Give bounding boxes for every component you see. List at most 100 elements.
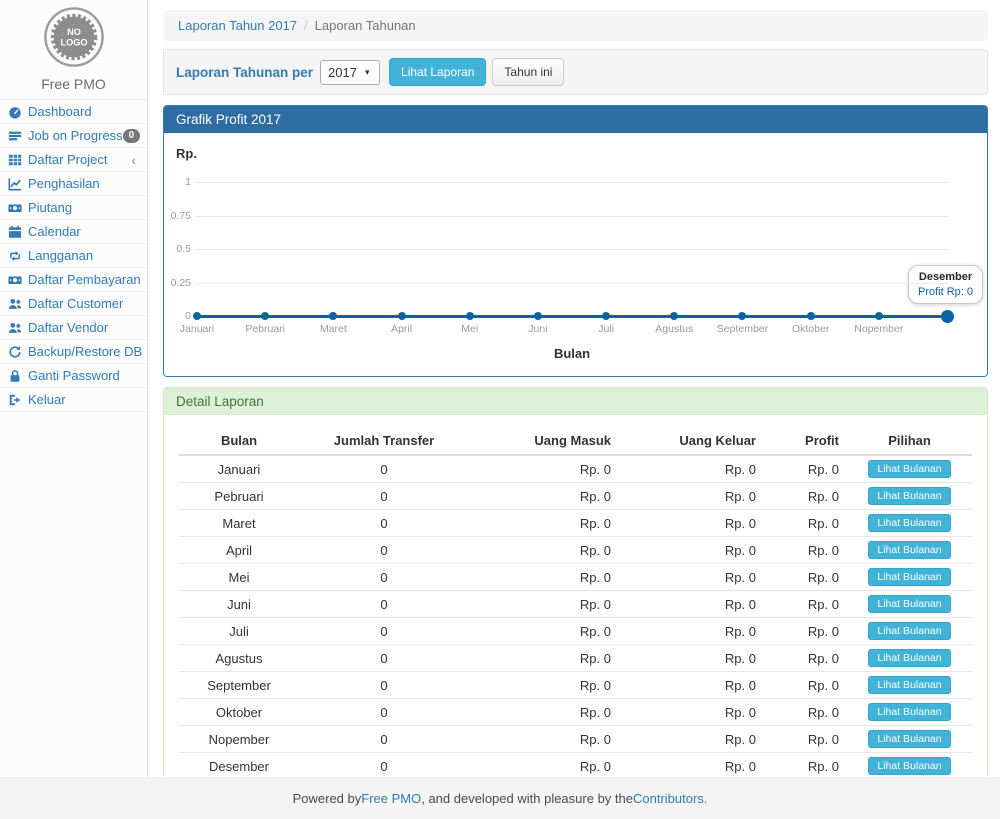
column-header-pilihan: Pilihan [847, 427, 972, 455]
calendar-icon [8, 225, 23, 239]
chart-tooltip: Desember Profit Rp: 0 [908, 265, 983, 304]
tooltip-month: Desember [918, 271, 973, 283]
users-icon [8, 321, 23, 335]
table-row: Januari0Rp. 0Rp. 0Rp. 0Lihat Bulanan [179, 455, 972, 483]
cell-pilihan: Lihat Bulanan [847, 618, 972, 645]
lihat-bulanan-button[interactable]: Lihat Bulanan [868, 460, 950, 478]
detail-panel-title: Detail Laporan [164, 388, 987, 415]
sidebar-item-ganti-password[interactable]: Ganti Password [0, 364, 147, 388]
cell-uang_keluar: Rp. 0 [619, 537, 764, 564]
y-axis-tick-label: 0.75 [164, 210, 191, 222]
table-row: September0Rp. 0Rp. 0Rp. 0Lihat Bulanan [179, 672, 972, 699]
x-axis-tick-label: Nopember [839, 323, 919, 335]
lihat-bulanan-button[interactable]: Lihat Bulanan [868, 676, 950, 694]
lihat-bulanan-button[interactable]: Lihat Bulanan [868, 595, 950, 613]
cell-uang_masuk: Rp. 0 [469, 510, 619, 537]
sidebar-item-label: Dashboard [28, 104, 92, 119]
breadcrumb: Laporan Tahun 2017/Laporan Tahunan [163, 10, 988, 41]
sidebar-item-label: Job on Progress [28, 128, 123, 143]
line-chart-icon [8, 177, 23, 191]
profit-chart-panel: Grafik Profit 2017 Rp. Bulan Desember Pr… [163, 105, 988, 377]
cell-jumlah_transfer: 0 [299, 483, 469, 510]
cell-uang_masuk: Rp. 0 [469, 591, 619, 618]
footer-text-prefix: Powered by [293, 791, 362, 806]
cell-uang_masuk: Rp. 0 [469, 564, 619, 591]
money-icon [8, 273, 23, 287]
breadcrumb-link-laporan-tahun[interactable]: Laporan Tahun 2017 [178, 18, 297, 33]
chart-gridline [196, 182, 948, 183]
lihat-bulanan-button[interactable]: Lihat Bulanan [868, 757, 950, 775]
lihat-bulanan-button[interactable]: Lihat Bulanan [868, 487, 950, 505]
app-layout: NO LOGO Free PMO DashboardJob on Progres… [0, 0, 1000, 777]
lihat-bulanan-button[interactable]: Lihat Bulanan [868, 514, 950, 532]
free-pmo-link[interactable]: Free PMO [361, 791, 421, 806]
cell-bulan: Agustus [179, 645, 299, 672]
sidebar-item-langganan[interactable]: Langganan [0, 244, 147, 268]
data-point-nopember [875, 312, 883, 320]
lihat-bulanan-button[interactable]: Lihat Bulanan [868, 730, 950, 748]
sidebar-item-job-on-progress[interactable]: Job on Progress0 [0, 124, 147, 148]
sidebar-item-dashboard[interactable]: Dashboard [0, 100, 147, 124]
y-axis-tick-label: 0.5 [164, 243, 191, 255]
sidebar-item-daftar-pembayaran[interactable]: Daftar Pembayaran [0, 268, 147, 292]
lihat-bulanan-button[interactable]: Lihat Bulanan [868, 622, 950, 640]
data-point-juni [534, 312, 542, 320]
lihat-bulanan-button[interactable]: Lihat Bulanan [868, 649, 950, 667]
cell-uang_masuk: Rp. 0 [469, 645, 619, 672]
lihat-bulanan-button[interactable]: Lihat Bulanan [868, 703, 950, 721]
y-axis-tick-label: 1 [164, 176, 191, 188]
detail-panel-body: BulanJumlah TransferUang MasukUang Kelua… [164, 415, 987, 777]
year-filter-bar: Laporan Tahunan per 2017▾ Lihat Laporan … [163, 49, 988, 95]
cell-profit: Rp. 0 [764, 645, 847, 672]
sign-out-icon [8, 393, 23, 407]
cell-uang_masuk: Rp. 0 [469, 537, 619, 564]
cell-jumlah_transfer: 0 [299, 672, 469, 699]
refresh-icon [8, 345, 23, 359]
cell-uang_keluar: Rp. 0 [619, 645, 764, 672]
table-row: Desember0Rp. 0Rp. 0Rp. 0Lihat Bulanan [179, 753, 972, 777]
cell-bulan: Maret [179, 510, 299, 537]
logo-text-line1: NO [67, 27, 81, 37]
chart-gridline [196, 216, 948, 217]
sidebar-item-calendar[interactable]: Calendar [0, 220, 147, 244]
cell-pilihan: Lihat Bulanan [847, 591, 972, 618]
column-header-jumlah-transfer: Jumlah Transfer [299, 427, 469, 455]
cell-uang_keluar: Rp. 0 [619, 510, 764, 537]
breadcrumb-separator: / [304, 18, 308, 33]
footer: Powered by Free PMO, and developed with … [0, 777, 1000, 819]
cell-jumlah_transfer: 0 [299, 645, 469, 672]
column-header-bulan: Bulan [179, 427, 299, 455]
sidebar-item-keluar[interactable]: Keluar [0, 388, 147, 412]
cell-pilihan: Lihat Bulanan [847, 564, 972, 591]
lihat-bulanan-button[interactable]: Lihat Bulanan [868, 568, 950, 586]
sidebar-item-label: Backup/Restore DB [28, 344, 142, 359]
cell-jumlah_transfer: 0 [299, 510, 469, 537]
cell-bulan: Januari [179, 455, 299, 483]
sidebar-item-daftar-project[interactable]: Daftar Project‹ [0, 148, 147, 172]
year-select[interactable]: 2017▾ [320, 60, 380, 85]
filter-label: Laporan Tahunan per [176, 65, 313, 80]
lihat-laporan-button[interactable]: Lihat Laporan [389, 58, 486, 86]
sidebar-item-piutang[interactable]: Piutang [0, 196, 147, 220]
cell-uang_masuk: Rp. 0 [469, 618, 619, 645]
tahun-ini-button[interactable]: Tahun ini [492, 58, 564, 86]
no-logo-badge[interactable]: NO LOGO [43, 6, 105, 68]
table-row: Pebruari0Rp. 0Rp. 0Rp. 0Lihat Bulanan [179, 483, 972, 510]
lihat-bulanan-button[interactable]: Lihat Bulanan [868, 541, 950, 559]
tasks-icon [8, 129, 23, 143]
sidebar-item-daftar-customer[interactable]: Daftar Customer [0, 292, 147, 316]
sidebar-item-penghasilan[interactable]: Penghasilan [0, 172, 147, 196]
data-point-desember [941, 310, 954, 323]
contributors-link[interactable]: Contributors. [633, 791, 707, 806]
sidebar-item-label: Keluar [28, 392, 66, 407]
cell-profit: Rp. 0 [764, 591, 847, 618]
cell-jumlah_transfer: 0 [299, 455, 469, 483]
cell-pilihan: Lihat Bulanan [847, 510, 972, 537]
sidebar-item-backup-restore-db[interactable]: Backup/Restore DB [0, 340, 147, 364]
cell-pilihan: Lihat Bulanan [847, 537, 972, 564]
sidebar-item-daftar-vendor[interactable]: Daftar Vendor [0, 316, 147, 340]
cell-pilihan: Lihat Bulanan [847, 455, 972, 483]
data-point-mei [466, 312, 474, 320]
users-icon [8, 297, 23, 311]
detail-laporan-panel: Detail Laporan BulanJumlah TransferUang … [163, 387, 988, 777]
